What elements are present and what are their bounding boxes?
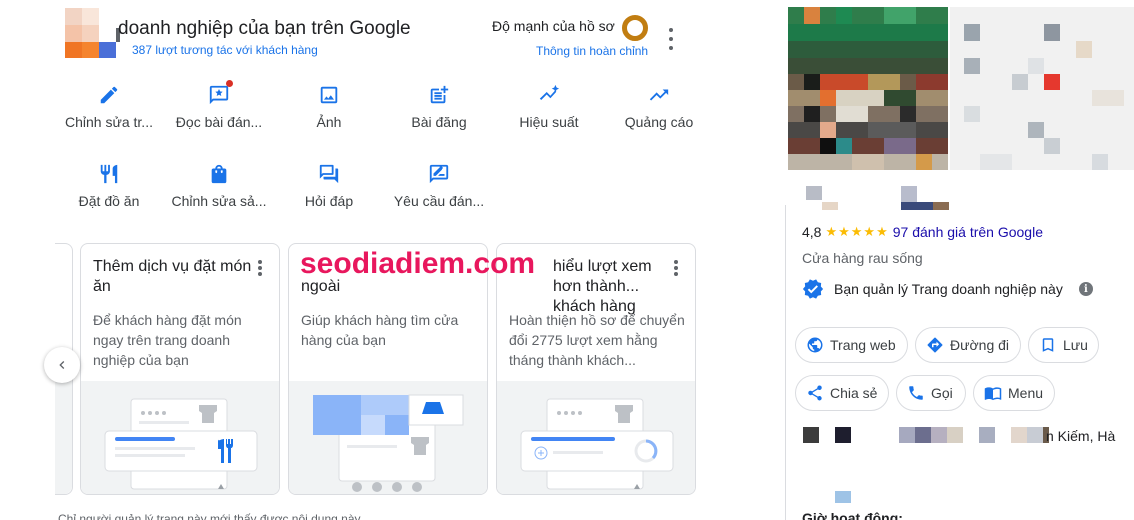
action-read-reviews[interactable]: Đọc bài đán... bbox=[164, 80, 274, 130]
action-order-food[interactable]: Đặt đồ ăn bbox=[54, 163, 164, 209]
address-text: n Kiếm, Hà bbox=[1046, 428, 1116, 444]
business-name-block bbox=[822, 202, 838, 210]
action-label: Hiệu suất bbox=[519, 114, 579, 130]
photo-icon bbox=[320, 86, 338, 104]
card-add-ordering[interactable]: Thêm dịch vụ đặt món ăn Để khách hàng đặ… bbox=[80, 243, 280, 495]
trending-up-icon bbox=[649, 89, 669, 101]
profile-strength-label: Độ mạnh của hồ sơ bbox=[492, 18, 615, 34]
profile-complete-link[interactable]: Thông tin hoàn chỉnh bbox=[536, 44, 648, 58]
carousel-prev-button[interactable] bbox=[44, 347, 80, 383]
save-label: Lưu bbox=[1063, 337, 1088, 353]
address-block bbox=[835, 427, 851, 443]
restaurant-icon bbox=[100, 164, 118, 184]
panel-divider bbox=[785, 205, 786, 520]
card-illustration bbox=[289, 381, 487, 494]
reviews-link[interactable]: 97 đánh giá trên Google bbox=[893, 224, 1043, 240]
info-icon[interactable]: i bbox=[1078, 282, 1093, 296]
interactions-link[interactable]: 387 lượt tương tác với khách hàng bbox=[132, 43, 318, 57]
managed-text: Bạn quản lý Trang doanh nghiệp này bbox=[834, 281, 1063, 297]
card-illustration bbox=[81, 381, 279, 494]
call-label: Gọi bbox=[931, 385, 953, 401]
business-name-block bbox=[806, 186, 822, 200]
address-block bbox=[1011, 427, 1027, 443]
address-block bbox=[899, 427, 915, 443]
bookmark-icon bbox=[1042, 338, 1054, 352]
star-rating-icon: ★★★★★ bbox=[825, 224, 889, 239]
action-qa[interactable]: Hỏi đáp bbox=[274, 163, 384, 209]
pencil-icon bbox=[100, 86, 118, 104]
rating-value: 4,8 bbox=[802, 224, 822, 240]
menu-label: Menu bbox=[1008, 385, 1044, 401]
notification-dot bbox=[226, 80, 233, 87]
action-label: Quảng cáo bbox=[624, 114, 694, 130]
profile-strength-ring bbox=[622, 15, 648, 41]
address-block bbox=[979, 427, 995, 443]
address-block bbox=[931, 427, 947, 443]
watermark-text: seodiadiem.com bbox=[300, 247, 536, 280]
address-block bbox=[803, 427, 819, 443]
share-icon bbox=[808, 385, 822, 401]
post-icon bbox=[430, 85, 449, 104]
card-description: Hoàn thiện hồ sơ để chuyển đổi 2775 lượt… bbox=[509, 312, 685, 368]
directions-icon bbox=[927, 337, 943, 353]
action-label: Chỉnh sửa tr... bbox=[65, 114, 153, 130]
phone-icon bbox=[909, 386, 923, 400]
business-name-block bbox=[901, 186, 917, 202]
more-options-button[interactable] bbox=[664, 28, 678, 50]
managers-only-note: Chỉ người quản lý trang này mới thấy đượ… bbox=[58, 512, 361, 520]
business-photos[interactable] bbox=[788, 7, 1134, 170]
forum-icon bbox=[319, 164, 339, 184]
hours-label: Giờ hoạt động: bbox=[802, 510, 903, 520]
globe-icon bbox=[807, 337, 823, 353]
action-request-reviews[interactable]: Yêu cầu đán... bbox=[384, 163, 494, 209]
card-title: Thêm dịch vụ đặt món ăn bbox=[93, 258, 252, 295]
page-title: doanh nghiệp của bạn trên Google bbox=[118, 18, 411, 39]
action-edit-products[interactable]: Chỉnh sửa sả... bbox=[164, 163, 274, 209]
managed-notice: Bạn quản lý Trang doanh nghiệp này i bbox=[802, 278, 1093, 300]
address-block bbox=[835, 491, 851, 503]
card-illustration bbox=[497, 381, 695, 494]
rating-row: 4,8 ★★★★★ 97 đánh giá trên Google bbox=[802, 224, 1043, 240]
card-description: Giúp khách hàng tìm cửa hàng của bạn bbox=[301, 312, 459, 348]
action-ads[interactable]: Quảng cáo bbox=[604, 84, 714, 130]
action-label: Yêu cầu đán... bbox=[393, 193, 485, 209]
business-name-block bbox=[933, 202, 949, 210]
rate-review-icon bbox=[429, 164, 449, 184]
share-label: Chia sẻ bbox=[830, 385, 878, 401]
business-logo bbox=[65, 8, 120, 58]
action-label: Ảnh bbox=[316, 114, 342, 130]
star-review-icon bbox=[209, 85, 229, 105]
chevron-left-icon bbox=[59, 361, 65, 369]
menu-book-icon bbox=[984, 387, 1002, 401]
shopping-bag-icon bbox=[211, 164, 227, 184]
action-label: Đặt đồ ăn bbox=[78, 193, 140, 209]
performance-icon bbox=[539, 84, 560, 101]
action-photos[interactable]: Ảnh bbox=[274, 84, 384, 130]
call-button[interactable]: Gọi bbox=[896, 375, 966, 411]
card-title: hiểu lượt xem hơn thành... khách hàng bbox=[553, 258, 652, 315]
address-block bbox=[947, 427, 963, 443]
card-more-button[interactable] bbox=[673, 260, 679, 276]
action-performance[interactable]: Hiệu suất bbox=[494, 84, 604, 130]
business-name-block bbox=[901, 202, 933, 210]
website-label: Trang web bbox=[830, 337, 896, 353]
action-edit-profile[interactable]: Chỉnh sửa tr... bbox=[54, 84, 164, 130]
directions-button[interactable]: Đường đi bbox=[915, 327, 1021, 363]
website-button[interactable]: Trang web bbox=[795, 327, 908, 363]
verified-badge-icon bbox=[802, 279, 824, 299]
address-block bbox=[1027, 427, 1043, 443]
save-button[interactable]: Lưu bbox=[1028, 327, 1099, 363]
share-button[interactable]: Chia sẻ bbox=[795, 375, 889, 411]
action-posts[interactable]: Bài đăng bbox=[384, 84, 494, 130]
address-block bbox=[915, 427, 931, 443]
directions-label: Đường đi bbox=[950, 337, 1010, 353]
card-more-button[interactable] bbox=[257, 260, 263, 276]
card-description: Để khách hàng đặt món ngay trên trang do… bbox=[93, 312, 242, 368]
action-label: Bài đăng bbox=[411, 114, 467, 130]
action-label: Hỏi đáp bbox=[304, 193, 354, 209]
business-category: Cửa hàng rau sống bbox=[802, 250, 923, 266]
action-label: Chỉnh sửa sả... bbox=[171, 193, 267, 209]
action-label: Đọc bài đán... bbox=[175, 114, 263, 130]
menu-button[interactable]: Menu bbox=[973, 375, 1055, 411]
